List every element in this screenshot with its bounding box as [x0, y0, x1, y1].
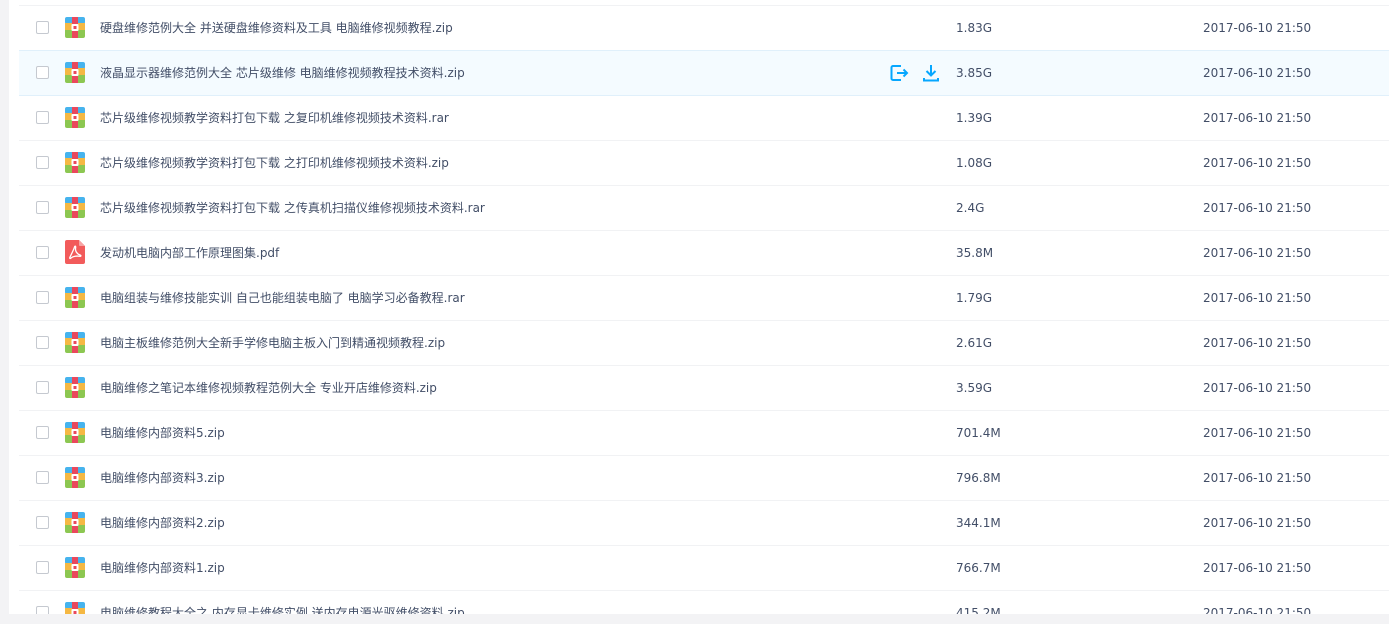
file-name[interactable]: 电脑组装与维修技能实训 自己也能组装电脑了 电脑学习必备教程.rar [100, 290, 465, 306]
file-date: 2017-06-10 21:50 [1203, 516, 1312, 530]
file-row[interactable]: 芯片级维修视频教学资料打包下载 之打印机维修视频技术资料.zip 1.08G 2… [19, 141, 1389, 186]
file-row[interactable]: 硬盘维修范例大全 并送硬盘维修资料及工具 电脑维修视频教程.zip 1.83G … [19, 5, 1389, 51]
file-row[interactable]: 电脑主板维修范例大全新手学修电脑主板入门到精通视频教程.zip 2.61G 20… [19, 321, 1389, 366]
row-checkbox[interactable] [36, 516, 49, 529]
file-row[interactable]: 电脑维修教程大全之 内存显卡维修实例 送内存电源光驱维修资料.zip 415.2… [19, 591, 1389, 614]
file-size: 344.1M [956, 516, 1001, 530]
file-date: 2017-06-10 21:50 [1203, 336, 1312, 350]
archive-icon [65, 422, 85, 443]
file-size: 701.4M [956, 426, 1001, 440]
row-checkbox[interactable] [36, 381, 49, 394]
file-date: 2017-06-10 21:50 [1203, 426, 1312, 440]
file-name[interactable]: 电脑维修内部资料1.zip [100, 560, 225, 576]
file-size: 415.2M [956, 606, 1001, 614]
row-checkbox[interactable] [36, 336, 49, 349]
row-checkbox[interactable] [36, 246, 49, 259]
row-checkbox[interactable] [36, 156, 49, 169]
archive-icon [65, 332, 85, 353]
file-row[interactable]: 液晶显示器维修范例大全 芯片级维修 电脑维修视频教程技术资料.zip 3.85G… [19, 50, 1389, 96]
file-date: 2017-06-10 21:50 [1203, 111, 1312, 125]
file-row[interactable]: 电脑维修内部资料5.zip 701.4M 2017-06-10 21:50 [19, 411, 1389, 456]
file-size: 3.59G [956, 381, 993, 395]
file-row[interactable]: 芯片级维修视频教学资料打包下载 之传真机扫描仪维修视频技术资料.rar 2.4G… [19, 186, 1389, 231]
row-checkbox[interactable] [36, 66, 49, 79]
file-row[interactable]: 电脑维修内部资料3.zip 796.8M 2017-06-10 21:50 [19, 456, 1389, 501]
row-checkbox[interactable] [36, 561, 49, 574]
file-size: 2.4G [956, 201, 985, 215]
row-checkbox[interactable] [36, 426, 49, 439]
file-date: 2017-06-10 21:50 [1203, 471, 1312, 485]
archive-icon [65, 287, 85, 308]
file-list: 硬盘维修范例大全 并送硬盘维修资料及工具 电脑维修视频教程.zip 1.83G … [19, 5, 1389, 614]
row-checkbox[interactable] [36, 606, 49, 614]
file-name[interactable]: 硬盘维修范例大全 并送硬盘维修资料及工具 电脑维修视频教程.zip [100, 20, 453, 36]
file-size: 1.08G [956, 156, 993, 170]
file-size: 1.83G [956, 21, 993, 35]
file-size: 3.85G [956, 66, 993, 80]
row-checkbox[interactable] [36, 201, 49, 214]
file-name[interactable]: 电脑维修内部资料3.zip [100, 470, 225, 486]
file-date: 2017-06-10 21:50 [1203, 246, 1312, 260]
archive-icon [65, 467, 85, 488]
archive-icon [65, 107, 85, 128]
file-row[interactable]: 发动机电脑内部工作原理图集.pdf 35.8M 2017-06-10 21:50 [19, 231, 1389, 276]
archive-icon [65, 557, 85, 578]
file-size: 796.8M [956, 471, 1001, 485]
file-date: 2017-06-10 21:50 [1203, 561, 1312, 575]
file-size: 35.8M [956, 246, 994, 260]
file-name[interactable]: 芯片级维修视频教学资料打包下载 之复印机维修视频技术资料.rar [100, 110, 449, 126]
file-row[interactable]: 电脑维修内部资料2.zip 344.1M 2017-06-10 21:50 [19, 501, 1389, 546]
file-name[interactable]: 电脑维修内部资料5.zip [100, 425, 225, 441]
row-checkbox[interactable] [36, 291, 49, 304]
file-name[interactable]: 发动机电脑内部工作原理图集.pdf [100, 245, 279, 261]
archive-icon [65, 377, 85, 398]
archive-icon [65, 62, 85, 83]
file-row[interactable]: 电脑维修内部资料1.zip 766.7M 2017-06-10 21:50 [19, 546, 1389, 591]
archive-icon [65, 512, 85, 533]
file-date: 2017-06-10 21:50 [1203, 606, 1312, 614]
file-date: 2017-06-10 21:50 [1203, 291, 1312, 305]
archive-icon [65, 197, 85, 218]
file-size: 2.61G [956, 336, 993, 350]
file-name[interactable]: 电脑维修内部资料2.zip [100, 515, 225, 531]
row-checkbox[interactable] [36, 111, 49, 124]
archive-icon [65, 17, 85, 38]
row-checkbox[interactable] [36, 471, 49, 484]
file-date: 2017-06-10 21:50 [1203, 381, 1312, 395]
file-date: 2017-06-10 21:50 [1203, 156, 1312, 170]
file-row[interactable]: 芯片级维修视频教学资料打包下载 之复印机维修视频技术资料.rar 1.39G 2… [19, 96, 1389, 141]
file-name[interactable]: 电脑主板维修范例大全新手学修电脑主板入门到精通视频教程.zip [100, 335, 445, 351]
file-size: 766.7M [956, 561, 1001, 575]
file-name[interactable]: 芯片级维修视频教学资料打包下载 之打印机维修视频技术资料.zip [100, 155, 449, 171]
file-row[interactable]: 电脑组装与维修技能实训 自己也能组装电脑了 电脑学习必备教程.rar 1.79G… [19, 276, 1389, 321]
file-size: 1.79G [956, 291, 993, 305]
file-date: 2017-06-10 21:50 [1203, 66, 1312, 80]
row-checkbox[interactable] [36, 21, 49, 34]
file-date: 2017-06-10 21:50 [1203, 201, 1312, 215]
file-name[interactable]: 芯片级维修视频教学资料打包下载 之传真机扫描仪维修视频技术资料.rar [100, 200, 485, 216]
share-icon[interactable] [889, 63, 909, 83]
file-name[interactable]: 电脑维修之笔记本维修视频教程范例大全 专业开店维修资料.zip [100, 380, 437, 396]
archive-icon [65, 602, 85, 614]
pdf-icon [65, 240, 85, 264]
file-row[interactable]: 电脑维修之笔记本维修视频教程范例大全 专业开店维修资料.zip 3.59G 20… [19, 366, 1389, 411]
file-size: 1.39G [956, 111, 993, 125]
archive-icon [65, 152, 85, 173]
file-name[interactable]: 电脑维修教程大全之 内存显卡维修实例 送内存电源光驱维修资料.zip [100, 605, 465, 614]
file-list-panel: 硬盘维修范例大全 并送硬盘维修资料及工具 电脑维修视频教程.zip 1.83G … [9, 0, 1389, 614]
file-date: 2017-06-10 21:50 [1203, 21, 1312, 35]
download-icon[interactable] [921, 63, 941, 83]
file-name[interactable]: 液晶显示器维修范例大全 芯片级维修 电脑维修视频教程技术资料.zip [100, 65, 465, 81]
